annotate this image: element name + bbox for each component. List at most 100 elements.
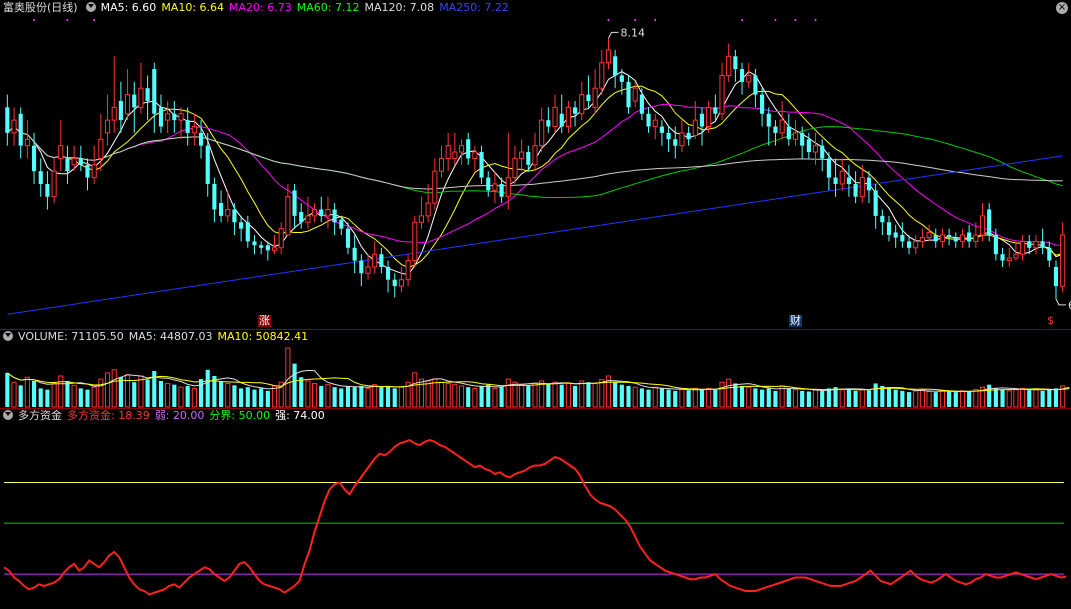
candle-body [219, 203, 224, 216]
candle-body [859, 177, 865, 198]
candle-body [418, 215, 425, 223]
volume-bar [859, 389, 865, 408]
candle-body [1047, 247, 1052, 261]
candle-body [632, 87, 638, 102]
volume-bar [973, 389, 979, 408]
volume-bar [445, 382, 451, 408]
candle-body [472, 151, 478, 159]
volume-bar [526, 385, 531, 407]
signal-dot [774, 19, 777, 21]
candle-body [499, 183, 504, 197]
candle-body [953, 237, 958, 242]
volume-bar [339, 388, 344, 407]
volume-bar [325, 384, 331, 408]
candle-body [285, 196, 291, 236]
candle-body [913, 240, 919, 249]
volume-bar [505, 378, 511, 408]
volume-bar [573, 385, 578, 407]
volume-bar [132, 382, 137, 407]
volume-bar [499, 387, 504, 407]
candle-body [592, 87, 598, 108]
candle-body [365, 266, 371, 274]
candle-body [893, 232, 898, 238]
candle-body [873, 190, 878, 216]
candle-body [820, 145, 825, 159]
candle-body [806, 139, 811, 153]
candle-body [866, 177, 872, 191]
signal-dot [66, 19, 69, 21]
candle-body [438, 157, 445, 172]
signal-dot [634, 19, 637, 21]
volume-bar [385, 385, 391, 407]
candle-body [412, 221, 418, 262]
volume-bar [172, 384, 177, 407]
candle-body [792, 132, 799, 140]
volume-bar [232, 385, 237, 407]
volume-bar [104, 372, 111, 408]
candle-body [31, 145, 37, 172]
candle-body [532, 145, 538, 166]
candle-body [973, 234, 979, 242]
volume-bar [58, 375, 64, 408]
candle-body [232, 209, 237, 223]
candle-body [559, 113, 564, 127]
candle-body [967, 232, 972, 242]
candle-body [1033, 240, 1039, 249]
candle-body [479, 152, 484, 178]
candle-body [259, 245, 264, 248]
volume-bar [492, 387, 498, 408]
ma20-line [6, 103, 1063, 246]
candle-body [252, 241, 257, 246]
candle-body [565, 106, 571, 128]
volume-bar [699, 389, 705, 407]
volume-bar [412, 372, 418, 408]
candle-body [372, 253, 378, 268]
candle-body [1053, 266, 1059, 287]
candle-body [292, 190, 297, 216]
candle-body [919, 237, 925, 242]
candle-body [339, 219, 344, 229]
volume-bar [486, 384, 491, 407]
volume-bar [820, 390, 825, 407]
volume-bar [1006, 390, 1012, 408]
candle-body [686, 132, 691, 140]
candle-body [312, 208, 318, 217]
candle-body [1013, 253, 1019, 259]
signal-dot [33, 19, 36, 21]
volume-bar [719, 381, 725, 408]
candle-body [846, 177, 851, 184]
candle-body [886, 222, 892, 236]
volume-bar [826, 388, 831, 407]
candle-body [51, 170, 57, 198]
volume-bar [198, 379, 204, 407]
candle-body [392, 279, 397, 287]
high-pointer [608, 31, 619, 39]
volume-bar [519, 384, 525, 408]
volume-bar [479, 385, 484, 407]
volume-bar [138, 375, 144, 408]
candle-body [786, 126, 791, 140]
candle-body [332, 209, 337, 223]
candle-body [652, 119, 658, 128]
candle-body [505, 177, 511, 198]
candle-body [739, 69, 745, 82]
volume-bar [939, 390, 946, 408]
candle-body [138, 87, 144, 108]
volume-bar [933, 392, 938, 407]
candle-body [599, 62, 605, 89]
candle-body [746, 74, 752, 83]
volume-bar [766, 388, 771, 407]
volume-bar [185, 385, 190, 407]
volume-bar [652, 386, 658, 408]
candle-body [212, 183, 217, 210]
candle-body [679, 132, 685, 147]
candle-body [993, 235, 998, 255]
candle-body [619, 75, 624, 82]
candle-body [152, 69, 157, 114]
candle-body [398, 279, 404, 287]
volume-bar [613, 382, 618, 407]
candle-body [706, 106, 712, 128]
candle-body [1006, 257, 1012, 262]
candle-body [405, 260, 411, 281]
volume-bar [31, 380, 37, 407]
